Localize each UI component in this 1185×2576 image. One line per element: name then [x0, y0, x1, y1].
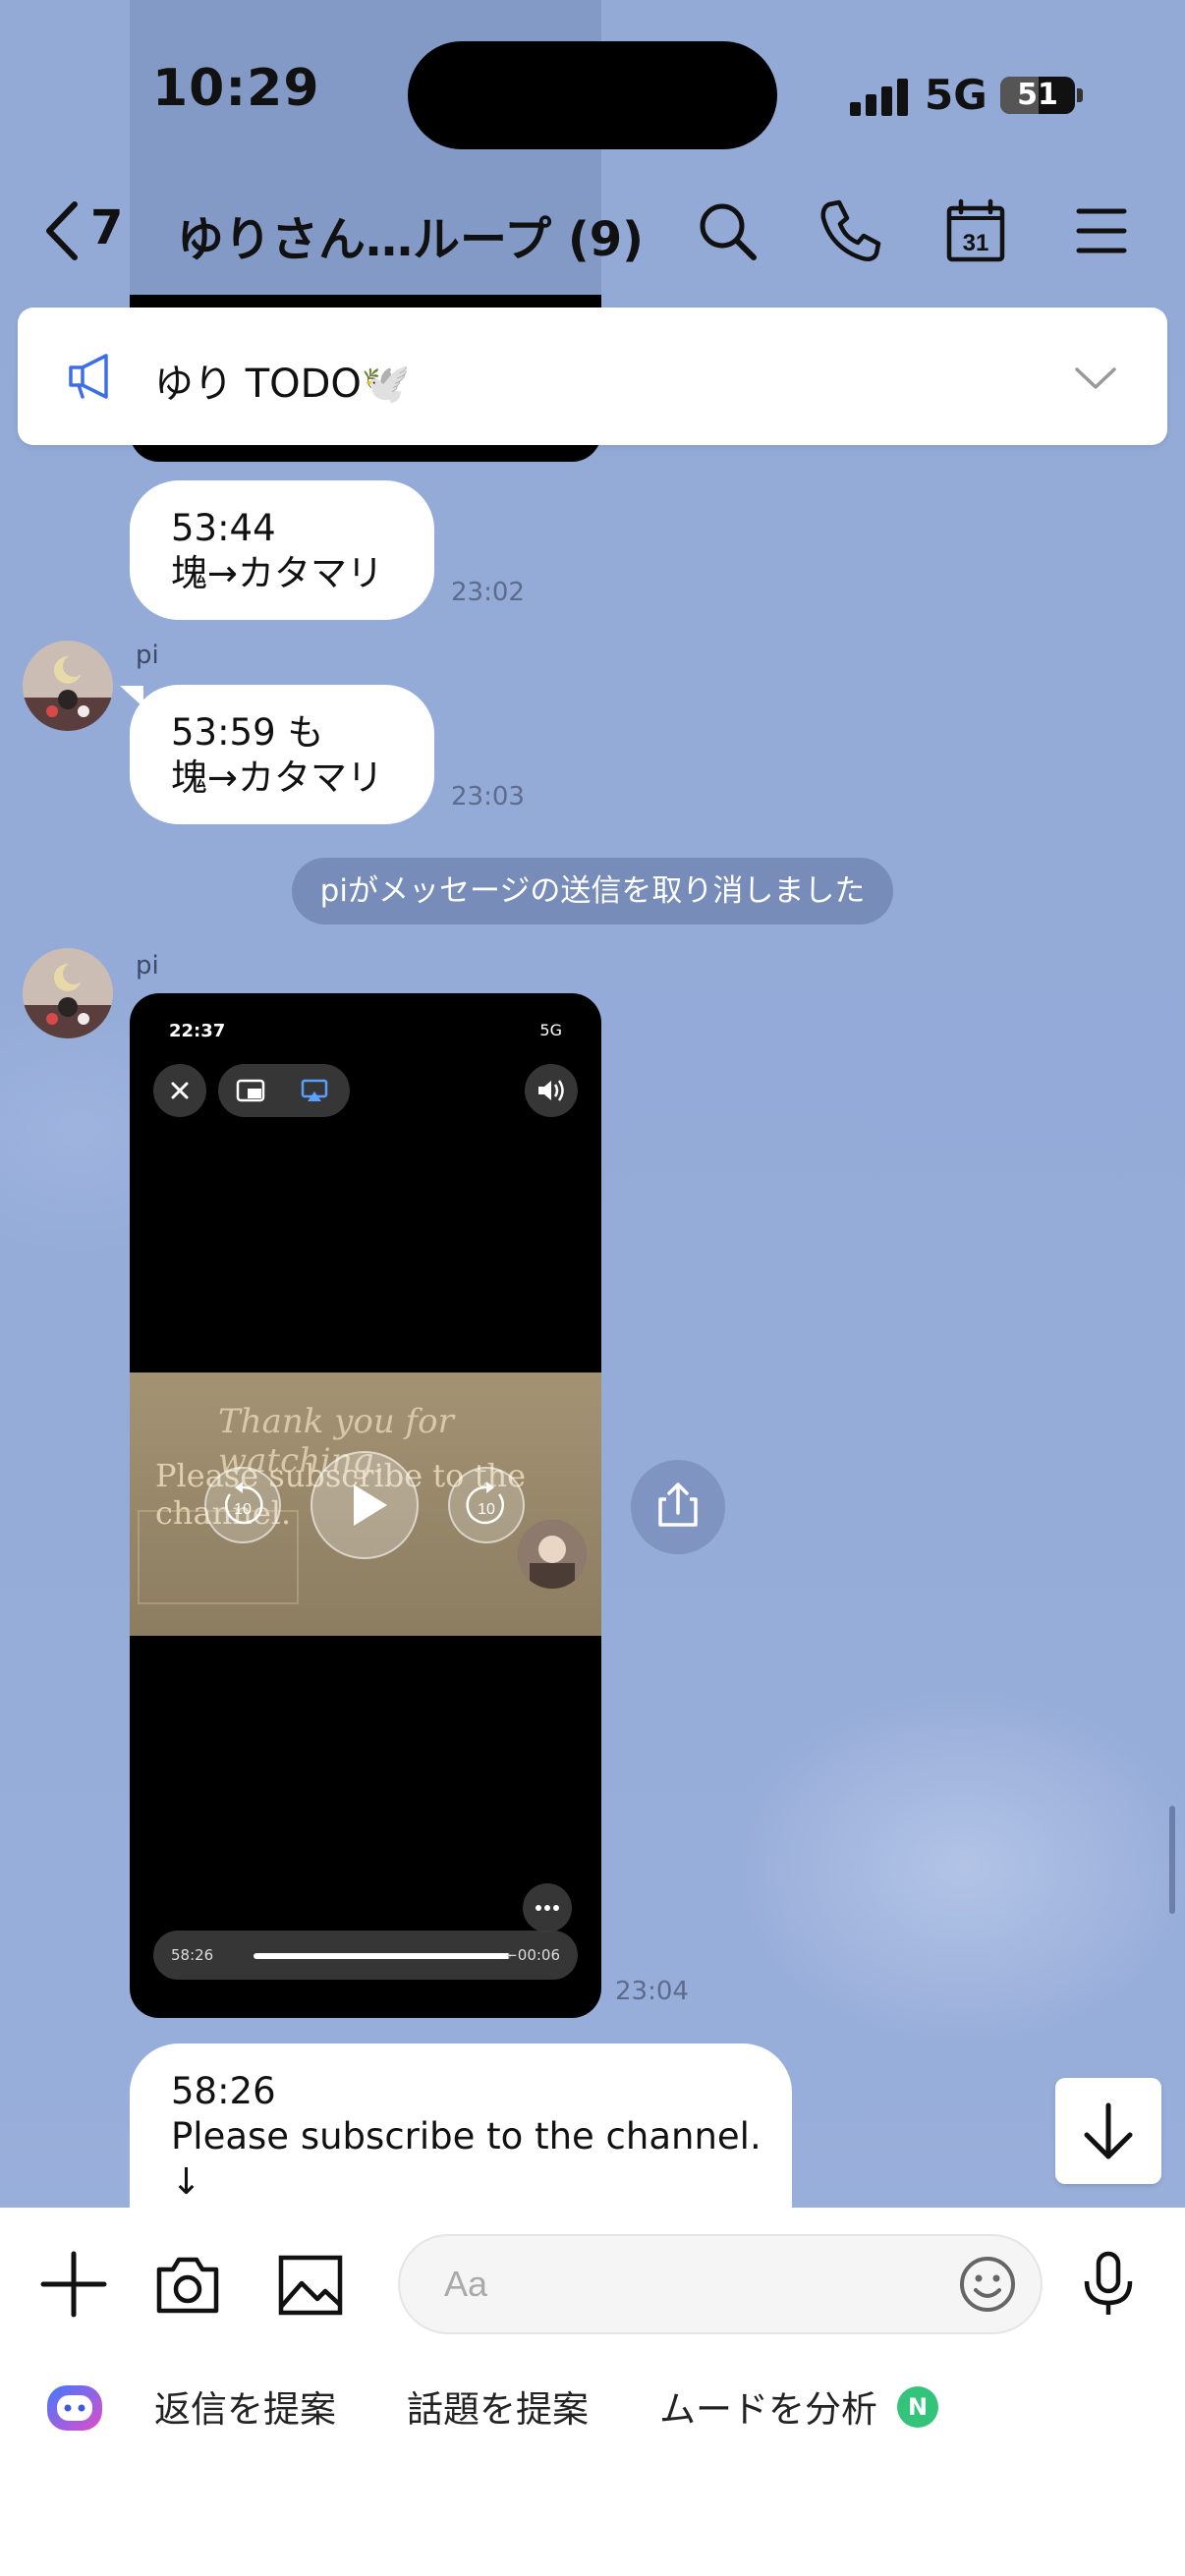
more-dots-icon	[536, 1905, 559, 1911]
message-line: 塊→カタマリ	[171, 756, 384, 799]
avatar-image	[23, 641, 113, 731]
speaker-icon	[538, 1080, 564, 1101]
back-unread-count[interactable]: 7	[90, 200, 123, 255]
video-progress-bar[interactable]: 58:26 −00:06	[153, 1931, 578, 1980]
sender-name: pi	[136, 641, 159, 670]
share-button[interactable]	[631, 1460, 725, 1554]
battery-icon: 51	[1000, 77, 1075, 114]
plus-icon[interactable]	[39, 2250, 108, 2319]
video-more-button[interactable]	[523, 1883, 572, 1932]
video-volume-button[interactable]	[525, 1064, 578, 1117]
message-line: ↓	[171, 2160, 202, 2203]
camera-icon[interactable]	[153, 2250, 222, 2319]
play-button[interactable]	[310, 1451, 419, 1559]
ai-assistant-icon	[47, 2385, 102, 2431]
message-line: 53:44	[171, 507, 276, 549]
skip-forward-label: 10	[478, 1501, 495, 1518]
emoji-icon[interactable]	[958, 2255, 1017, 2314]
inset-avatar-image	[518, 1520, 587, 1589]
bubble-tail	[120, 686, 143, 707]
calendar-day: 31	[963, 230, 989, 256]
video-remaining: −00:06	[505, 1946, 560, 1964]
message-bubble[interactable]: 58:26 Please subscribe to the channel. ↓	[130, 2044, 792, 2230]
back-chevron-icon[interactable]	[39, 198, 88, 263]
chevron-down-icon[interactable]	[1073, 364, 1118, 393]
signal-icon	[850, 77, 909, 116]
message-bubble[interactable]: 53:44 塊→カタマリ	[130, 480, 434, 620]
play-icon	[354, 1484, 387, 1526]
message-time: 23:03	[451, 782, 525, 812]
system-message-unsent: piがメッセージの送信を取り消しました	[292, 858, 893, 924]
video-close-button[interactable]	[153, 1064, 206, 1117]
microphone-icon[interactable]	[1079, 2250, 1138, 2319]
analyze-mood-button[interactable]: ムードを分析	[659, 2380, 877, 2433]
status-time: 10:29	[152, 59, 320, 118]
menu-icon[interactable]	[1067, 196, 1136, 265]
megaphone-icon	[69, 354, 108, 399]
message-input[interactable]: Aa	[398, 2234, 1043, 2334]
message-input-placeholder: Aa	[444, 2264, 488, 2304]
message-line: 53:59 も	[171, 711, 324, 754]
message-line: Please subscribe to the channel.	[171, 2115, 762, 2157]
suggest-reply-button[interactable]: 返信を提案	[154, 2380, 336, 2433]
skip-back-label: 10	[234, 1501, 252, 1518]
message-line: 塊→カタマリ	[171, 552, 384, 594]
new-badge: N	[897, 2386, 938, 2428]
video-inset-avatar	[518, 1520, 587, 1589]
video-position: 58:26	[171, 1946, 214, 1964]
video-status-time: 22:37	[169, 1021, 226, 1041]
calendar-icon[interactable]: 31	[941, 196, 1010, 265]
video-progress-fill	[254, 1953, 511, 1959]
sender-name: pi	[136, 951, 159, 980]
message-line: 58:26	[171, 2070, 276, 2112]
close-icon	[171, 1082, 189, 1099]
avatar-image	[23, 948, 113, 1038]
skip-forward-button[interactable]: 10	[448, 1467, 525, 1543]
announcement-text: ゆり TODO🕊️	[154, 362, 411, 407]
dynamic-island	[408, 41, 777, 149]
rewind-10-icon: 10	[225, 1482, 263, 1525]
skip-back-button[interactable]: 10	[204, 1467, 281, 1543]
search-icon[interactable]	[693, 196, 762, 265]
battery-level: 51	[1017, 78, 1058, 112]
forward-10-icon: 10	[466, 1482, 504, 1525]
battery-tip	[1077, 88, 1083, 102]
arrow-down-icon	[1084, 2102, 1133, 2159]
phone-icon[interactable]	[816, 196, 884, 265]
network-type: 5G	[925, 71, 988, 119]
video-frame: Thank you for watching. Please subscribe…	[130, 1372, 601, 1636]
video-status-network: 5G	[539, 1021, 562, 1039]
image-icon[interactable]	[276, 2250, 345, 2319]
video-pip-airplay-group[interactable]	[218, 1064, 350, 1117]
scroll-to-bottom-button[interactable]	[1055, 2078, 1161, 2184]
scrollbar[interactable]	[1169, 1806, 1175, 1914]
pip-airplay-icons	[236, 1079, 328, 1102]
message-time: 23:04	[615, 1977, 689, 2006]
suggest-topic-button[interactable]: 話題を提案	[407, 2380, 589, 2433]
avatar[interactable]	[23, 641, 113, 731]
share-icon	[658, 1483, 698, 1527]
avatar[interactable]	[23, 948, 113, 1038]
message-bubble[interactable]: 53:59 も 塊→カタマリ	[130, 685, 434, 824]
message-time: 23:02	[451, 578, 525, 607]
video-message[interactable]: 22:37 5G Thank you for watching. Please …	[130, 993, 601, 2018]
chat-title[interactable]: ゆりさん…ループ (9)	[177, 200, 644, 269]
